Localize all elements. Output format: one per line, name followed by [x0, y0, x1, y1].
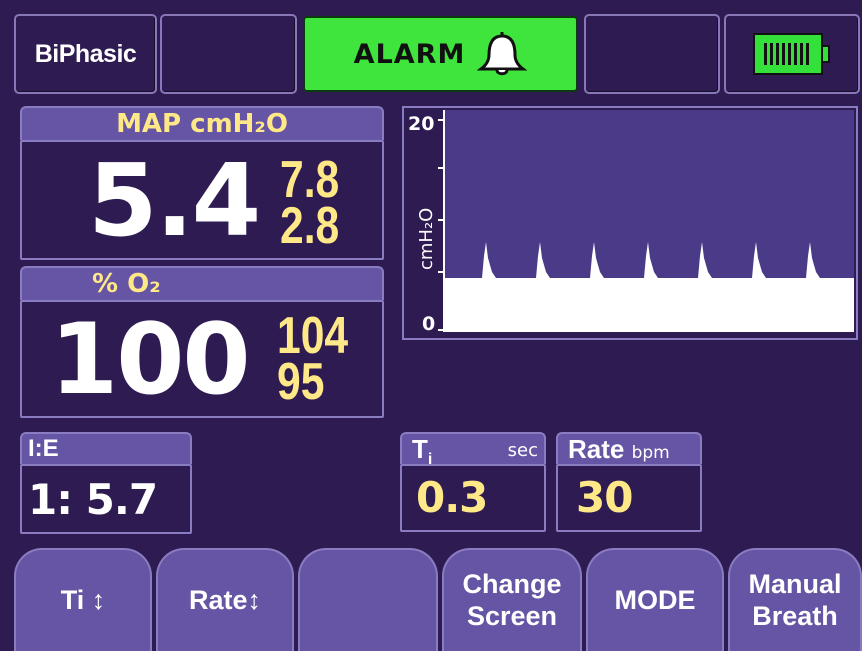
ie-panel[interactable]: 1: 5.7 [20, 464, 192, 534]
status-slot-empty-1 [160, 14, 297, 94]
ti-panel-header: Ti sec [400, 432, 546, 468]
ti-adjust-button[interactable]: Ti ↕ [14, 548, 152, 651]
manual-breath-label-line1: Manual [748, 569, 842, 600]
change-screen-button[interactable]: Change Screen [442, 548, 582, 651]
mode-indicator: BiPhasic [14, 14, 157, 94]
map-lower-limit: 2.8 [280, 197, 340, 255]
ie-panel-header: I:E [20, 432, 192, 464]
rate-panel[interactable]: 30 [556, 464, 702, 532]
waveform-ylabel: cmH₂O [416, 208, 437, 270]
mode-button[interactable]: MODE [586, 548, 724, 651]
blank-softkey[interactable] [298, 548, 438, 651]
rate-unit: bpm [631, 443, 670, 463]
o2-value: 100 [50, 303, 251, 417]
ti-unit: sec [507, 440, 538, 461]
o2-panel[interactable]: 100 104 95 [20, 300, 384, 418]
battery-full-icon [753, 33, 830, 75]
rate-panel-header: Rate bpm [556, 432, 702, 464]
ti-adjust-label: Ti ↕ [60, 584, 106, 615]
ti-panel[interactable]: 0.3 [400, 464, 546, 532]
status-slot-empty-2 [584, 14, 720, 94]
rate-value: 30 [576, 473, 633, 522]
waveform-ymin-label: 0 [422, 313, 435, 335]
alarm-label: ALARM [353, 38, 466, 70]
rate-title: Rate [568, 434, 625, 464]
alarm-indicator[interactable]: ALARM [303, 16, 578, 92]
rate-adjust-button[interactable]: Rate↕ [156, 548, 294, 651]
bell-icon [477, 32, 528, 76]
mode-button-label: MODE [614, 584, 696, 615]
map-panel-header: MAP cmH₂O [20, 106, 384, 140]
ti-title: T [412, 434, 428, 464]
ie-value: 1: 5.7 [28, 475, 158, 524]
waveform-ymax-label: 20 [408, 113, 434, 135]
map-title: MAP cmH₂O [116, 109, 288, 139]
o2-panel-header: % O₂ [20, 266, 384, 300]
map-value: 5.4 [88, 142, 261, 259]
ti-value: 0.3 [416, 473, 488, 522]
mode-label: BiPhasic [34, 39, 137, 68]
battery-indicator [724, 14, 860, 94]
map-panel[interactable]: 5.4 7.8 2.8 [20, 140, 384, 260]
change-screen-label-line2: Screen [466, 600, 558, 631]
o2-lower-limit: 95 [277, 353, 325, 411]
ie-title: I:E [28, 435, 59, 462]
pressure-waveform: 20 0 cmH₂O [408, 110, 854, 335]
waveform-area: 20 0 cmH₂O [402, 106, 858, 340]
rate-adjust-label: Rate↕ [188, 584, 262, 615]
change-screen-label-line1: Change [462, 569, 562, 600]
manual-breath-label-line2: Breath [752, 600, 838, 631]
manual-breath-button[interactable]: Manual Breath [728, 548, 862, 651]
o2-title: % O₂ [92, 269, 161, 299]
